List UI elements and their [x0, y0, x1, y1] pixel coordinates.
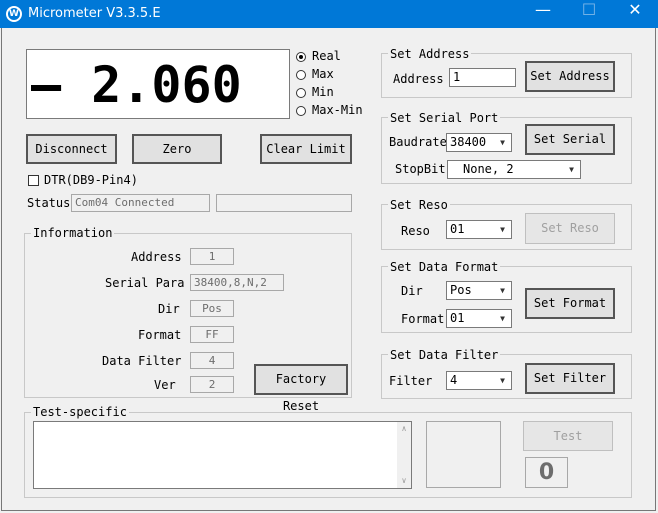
minimize-button[interactable]: — [520, 0, 566, 28]
chevron-down-icon[interactable]: ▼ [495, 311, 510, 326]
set-serial-title: Set Serial Port [388, 111, 501, 125]
chevron-down-icon[interactable]: ▼ [564, 162, 579, 177]
stopbit-value: None, 2 [463, 162, 514, 176]
filter-label: Filter [389, 374, 433, 388]
stopbit-label: StopBit [395, 162, 446, 176]
reso-select[interactable]: 01 ▼ [446, 220, 512, 239]
set-format-button[interactable]: Set Format [525, 288, 615, 319]
info-data-filter-value: 4 [190, 352, 234, 369]
set-reso-button: Set Reso [525, 213, 615, 244]
chevron-down-icon[interactable]: ▼ [495, 283, 510, 298]
dtr-checkbox[interactable] [28, 175, 39, 186]
set-reso-title: Set Reso [388, 198, 450, 212]
title-bar: W Micrometer V3.3.5.E — ☐ ✕ [0, 0, 658, 28]
info-format-value: FF [190, 326, 234, 343]
dtr-label[interactable]: DTR(DB9-Pin4) [44, 173, 138, 187]
set-address-label: Address [393, 72, 444, 86]
scroll-down-icon[interactable]: ∨ [397, 474, 411, 488]
status-label: Status [27, 196, 71, 210]
info-ver-value: 2 [190, 376, 234, 393]
app-icon: W [6, 6, 22, 22]
information-title: Information [31, 226, 115, 240]
scroll-up-icon[interactable]: ∧ [397, 422, 411, 436]
format-dir-label: Dir [401, 284, 423, 298]
radio-max[interactable] [296, 70, 306, 80]
info-dir-value: Pos [190, 300, 234, 317]
clear-limit-button[interactable]: Clear Limit [260, 134, 352, 164]
baudrate-select[interactable]: 38400 ▼ [446, 133, 512, 152]
filter-value: 4 [450, 373, 458, 387]
chevron-down-icon[interactable]: ▼ [495, 135, 510, 150]
radio-max-label[interactable]: Max [312, 67, 334, 81]
factory-reset-button[interactable]: Factory Reset [254, 364, 348, 413]
maximize-button: ☐ [581, 0, 597, 19]
status-field: Com04 Connected [71, 194, 210, 212]
dir-value: Pos [450, 283, 472, 297]
info-address-value: 1 [190, 248, 234, 265]
radio-max-min-label[interactable]: Max-Min [312, 103, 363, 117]
reso-value: 01 [450, 222, 465, 236]
reso-label: Reso [401, 224, 430, 238]
info-address-label: Address [131, 250, 182, 264]
window-title: Micrometer V3.3.5.E [28, 6, 161, 21]
radio-min-label[interactable]: Min [312, 85, 334, 99]
status-extra-field [216, 194, 352, 212]
filter-select[interactable]: 4 ▼ [446, 371, 512, 390]
info-dir-label: Dir [158, 302, 180, 316]
close-button[interactable]: ✕ [612, 0, 658, 28]
zero-button[interactable]: Zero [132, 134, 222, 164]
test-counter: 0 [525, 457, 568, 488]
format-value: 01 [450, 311, 465, 325]
format-select[interactable]: 01 ▼ [446, 309, 512, 328]
test-panel [426, 421, 501, 488]
stopbit-select[interactable]: None, 2 ▼ [447, 160, 581, 179]
info-data-filter-label: Data Filter [102, 354, 182, 368]
info-serial-para-value: 38400,8,N,2 [190, 274, 284, 291]
set-filter-button[interactable]: Set Filter [525, 363, 615, 394]
set-filter-title: Set Data Filter [388, 348, 501, 362]
info-ver-label: Ver [154, 378, 176, 392]
set-serial-button[interactable]: Set Serial [525, 124, 615, 155]
set-address-title: Set Address [388, 47, 472, 61]
info-serial-para-label: Serial Para [105, 276, 185, 290]
set-format-title: Set Data Format [388, 260, 501, 274]
test-title: Test-specific [31, 405, 129, 419]
dir-select[interactable]: Pos ▼ [446, 281, 512, 300]
baudrate-label: Baudrate [389, 135, 447, 149]
vertical-scrollbar[interactable]: ∧ ∨ [397, 422, 411, 488]
chevron-down-icon[interactable]: ▼ [495, 222, 510, 237]
set-address-button[interactable]: Set Address [525, 61, 615, 92]
disconnect-button[interactable]: Disconnect [26, 134, 117, 164]
radio-real-label[interactable]: Real [312, 49, 341, 63]
address-input[interactable]: 1 [449, 68, 516, 87]
radio-min[interactable] [296, 88, 306, 98]
chevron-down-icon[interactable]: ▼ [495, 373, 510, 388]
radio-max-min[interactable] [296, 106, 306, 116]
radio-real[interactable] [296, 52, 306, 62]
format-label: Format [401, 312, 445, 326]
info-format-label: Format [138, 328, 182, 342]
baudrate-value: 38400 [450, 135, 487, 149]
test-button: Test [523, 421, 613, 451]
test-output-textarea[interactable]: ∧ ∨ [33, 421, 412, 489]
measurement-display: – 2.060 [26, 49, 290, 119]
